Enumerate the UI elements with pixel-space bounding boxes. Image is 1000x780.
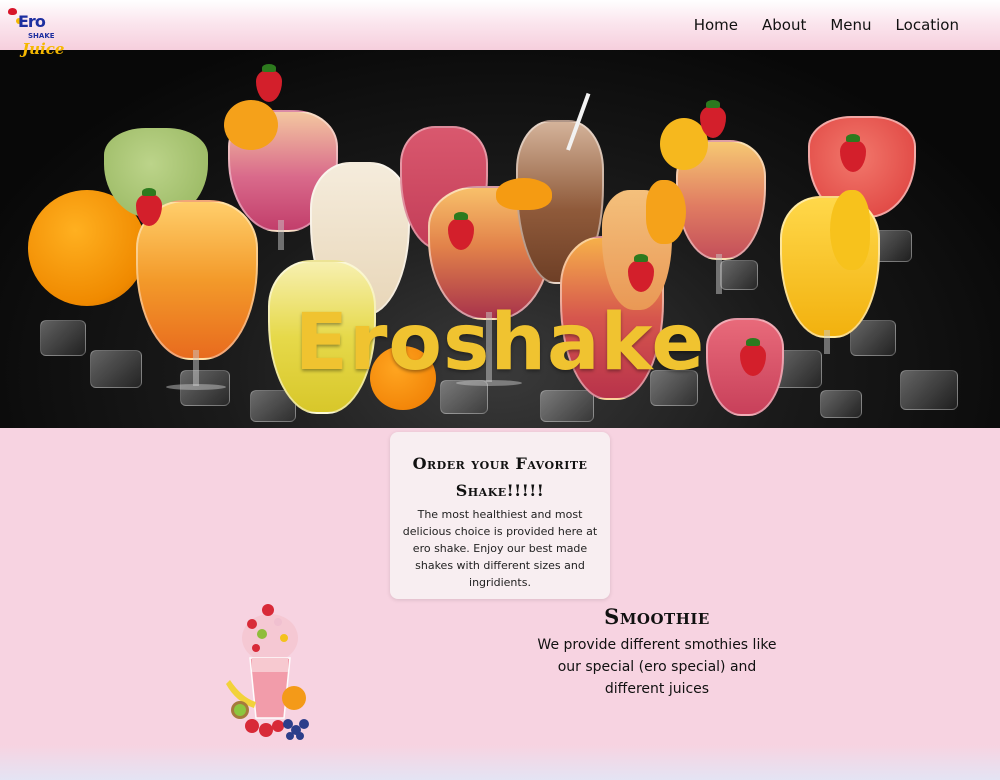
ero-shake-logo[interactable]: Ero SHAKE Juice	[6, 6, 66, 60]
hero-title: Eroshake	[294, 298, 706, 388]
order-card-text: The most healthiest and most delicious c…	[402, 508, 598, 589]
smoothie-title: Smoothie	[604, 604, 710, 629]
order-card: Order your Favorite Shake!!!!! The most …	[390, 432, 610, 599]
logo-text-ero: Ero	[18, 12, 46, 31]
logo-text-shake: SHAKE	[28, 32, 55, 40]
nav-link-about[interactable]: About	[762, 16, 806, 34]
nav-menu: Home About Menu Location	[694, 16, 959, 34]
logo-text-juice: Juice	[22, 40, 65, 58]
navbar: Ero SHAKE Juice Home About Menu Location	[0, 0, 1000, 58]
order-card-title: Order your Favorite Shake!!!!!	[412, 454, 588, 500]
nav-link-menu[interactable]: Menu	[830, 16, 871, 34]
nav-link-location[interactable]: Location	[896, 16, 959, 34]
smoothie-description: We provide different smothies like our s…	[537, 637, 777, 697]
logo-fruit-icon	[8, 8, 17, 15]
hero-banner: Eroshake	[0, 50, 1000, 428]
footer-band	[0, 745, 1000, 780]
smoothie-image	[222, 598, 318, 744]
nav-link-home[interactable]: Home	[694, 16, 738, 34]
